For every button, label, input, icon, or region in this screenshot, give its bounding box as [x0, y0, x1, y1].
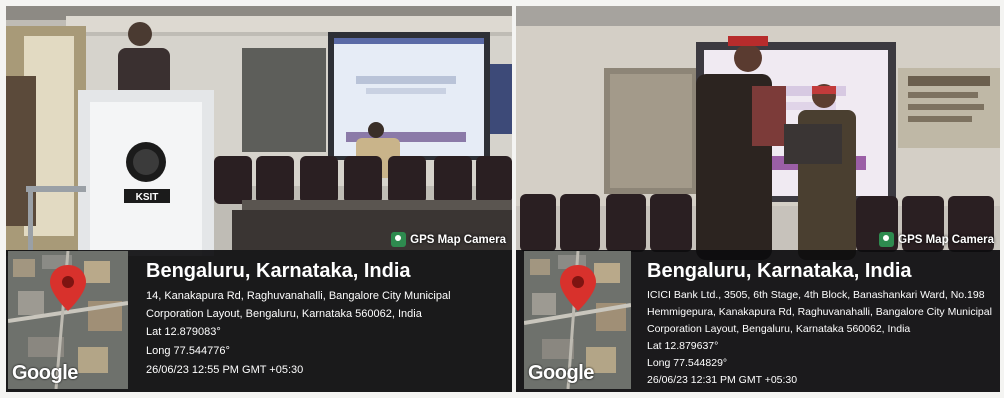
longitude-text: Long 77.544829°: [647, 357, 728, 369]
google-logo: Google: [12, 362, 78, 384]
datetime-text: 26/06/23 12:31 PM GMT +05:30: [647, 374, 798, 386]
address-text: ICICI Bank Ltd., 3505, 6th Stage, 4th Bl…: [647, 289, 992, 335]
satellite-map-thumbnail: Google: [524, 251, 631, 389]
photo-right: GPS Map Camera Google Bengaluru, Karnata…: [516, 6, 1000, 392]
datetime-text: 26/06/23 12:55 PM GMT +05:30: [146, 364, 304, 376]
google-logo: Google: [528, 362, 594, 384]
city-heading: Bengaluru, Karnataka, India: [146, 260, 411, 282]
address-text: 14, Kanakapura Rd, Raghuvanahalli, Banga…: [146, 290, 451, 320]
gps-map-camera-watermark: GPS Map Camera: [879, 232, 994, 247]
gps-camera-icon: [391, 232, 407, 247]
watermark-label: GPS Map Camera: [898, 233, 994, 246]
latitude-text: Lat 12.879637°: [647, 340, 719, 352]
photo-left: KSIT GPS Map Camera Google Bengaluru, Ka…: [6, 6, 512, 392]
city-heading: Bengaluru, Karnataka, India: [647, 260, 912, 282]
gps-camera-icon: [879, 232, 895, 247]
watermark-label: GPS Map Camera: [410, 233, 506, 246]
latitude-text: Lat 12.879083°: [146, 326, 221, 338]
gps-map-camera-watermark: GPS Map Camera: [391, 232, 506, 247]
location-details: Bengaluru, Karnataka, India 14, Kanakapu…: [146, 258, 506, 380]
satellite-map-thumbnail: Google: [8, 251, 128, 389]
location-details: Bengaluru, Karnataka, India ICICI Bank L…: [647, 258, 997, 389]
longitude-text: Long 77.544776°: [146, 345, 230, 357]
podium-logo-text: KSIT: [136, 192, 159, 203]
